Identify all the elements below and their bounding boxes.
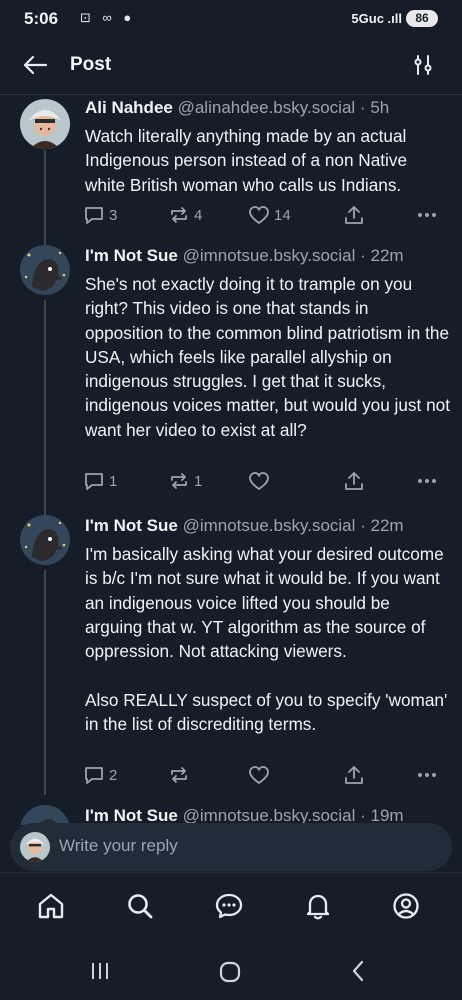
repost-icon	[171, 207, 187, 223]
network-label: 5Guc	[351, 11, 384, 26]
like-button[interactable]: 14	[248, 203, 291, 227]
search-icon[interactable]	[125, 891, 155, 921]
post-actions: 1 1	[83, 469, 443, 495]
author-handle[interactable]: @alinahdee.bsky.social	[178, 98, 356, 117]
author-handle[interactable]: @imnotsue.bsky.social	[183, 516, 356, 535]
system-navigation-bar	[0, 942, 462, 1000]
recent-apps-icon[interactable]	[90, 962, 110, 980]
arrow-left-icon[interactable]	[22, 53, 48, 77]
share-icon	[345, 472, 363, 490]
post-header: Ali Nahdee @alinahdee.bsky.social · 5h	[85, 98, 390, 117]
status-bar: 5:06 ⊡ ∞ ● 5Guc .ıll 86	[0, 0, 462, 36]
repost-count: 1	[194, 472, 203, 490]
more-dots-icon	[418, 479, 436, 483]
share-icon	[345, 766, 363, 784]
avatar[interactable]	[20, 515, 70, 565]
reply-count: 3	[109, 206, 118, 224]
post-time: 5h	[370, 98, 390, 117]
reply-button[interactable]: 2	[83, 763, 117, 787]
more-button[interactable]	[416, 469, 438, 493]
author-name[interactable]: I'm Not Sue	[85, 246, 178, 265]
thread-line	[44, 300, 46, 515]
speech-bubble-icon	[85, 767, 103, 784]
share-button[interactable]	[343, 469, 365, 493]
reply-composer-bar[interactable]: Write your reply	[10, 823, 452, 871]
avatar	[20, 832, 50, 862]
heart-icon	[249, 472, 269, 491]
reply-placeholder[interactable]: Write your reply	[59, 836, 178, 856]
author-handle[interactable]: @imnotsue.bsky.social	[183, 246, 356, 265]
post-time: 22m	[370, 516, 404, 535]
home-button-icon[interactable]	[219, 961, 241, 983]
repost-count: 4	[194, 206, 203, 224]
top-app-bar: Post	[0, 36, 462, 95]
reply-count: 2	[109, 766, 118, 784]
reply-count: 1	[109, 472, 118, 490]
reply-button[interactable]: 1	[83, 469, 117, 493]
repost-icon	[171, 767, 187, 783]
thread-feed[interactable]: Ali Nahdee @alinahdee.bsky.social · 5h W…	[0, 95, 462, 825]
more-button[interactable]	[416, 763, 438, 787]
repost-icon	[171, 473, 187, 489]
like-count: 14	[274, 206, 291, 224]
back-nav-icon[interactable]	[350, 960, 366, 982]
avatar[interactable]	[20, 245, 70, 295]
like-button[interactable]	[248, 763, 274, 787]
more-dots-icon	[418, 213, 436, 217]
heart-icon	[249, 206, 269, 225]
repost-button[interactable]	[168, 763, 194, 787]
post-header: I'm Not Sue @imnotsue.bsky.social · 22m	[85, 246, 404, 265]
thread-line	[44, 150, 46, 245]
more-dots-icon	[418, 773, 436, 777]
post-text: I'm basically asking what your desired o…	[85, 544, 448, 735]
reply-button[interactable]: 3	[83, 203, 117, 227]
avatar[interactable]	[20, 99, 70, 149]
heart-icon	[249, 766, 269, 785]
author-name[interactable]: Ali Nahdee	[85, 98, 173, 117]
repost-button[interactable]: 1	[168, 469, 202, 493]
page-title: Post	[70, 54, 112, 75]
status-time: 5:06	[24, 9, 59, 28]
speech-bubble-icon	[85, 473, 103, 490]
notification-icons: ⊡ ∞ ●	[80, 10, 136, 25]
thread-line	[44, 570, 46, 795]
avatar[interactable]	[20, 805, 70, 825]
post-header: I'm Not Sue @imnotsue.bsky.social · 19m	[85, 806, 404, 825]
speech-bubble-icon	[85, 207, 103, 224]
post-text: Watch literally anything made by an actu…	[85, 126, 412, 195]
share-icon	[345, 206, 363, 224]
post-header: I'm Not Sue @imnotsue.bsky.social · 22m	[85, 516, 404, 535]
chat-icon[interactable]	[214, 891, 244, 921]
share-button[interactable]	[343, 763, 365, 787]
author-name[interactable]: I'm Not Sue	[85, 516, 178, 535]
more-button[interactable]	[416, 203, 438, 227]
post-text: She's not exactly doing it to trample on…	[85, 274, 455, 440]
post-actions: 3 4 14	[83, 203, 443, 229]
sliders-icon[interactable]	[412, 54, 434, 76]
profile-icon[interactable]	[391, 891, 421, 921]
bell-icon[interactable]	[303, 891, 333, 921]
repost-button[interactable]: 4	[168, 203, 202, 227]
post-time: 22m	[370, 246, 404, 265]
network-indicator: 5Guc .ıll	[351, 11, 402, 26]
battery-indicator: 86	[406, 10, 438, 27]
home-icon[interactable]	[36, 891, 66, 921]
post-actions: 2	[83, 763, 443, 789]
share-button[interactable]	[343, 203, 365, 227]
bottom-navigation	[0, 872, 462, 943]
like-button[interactable]	[248, 469, 274, 493]
